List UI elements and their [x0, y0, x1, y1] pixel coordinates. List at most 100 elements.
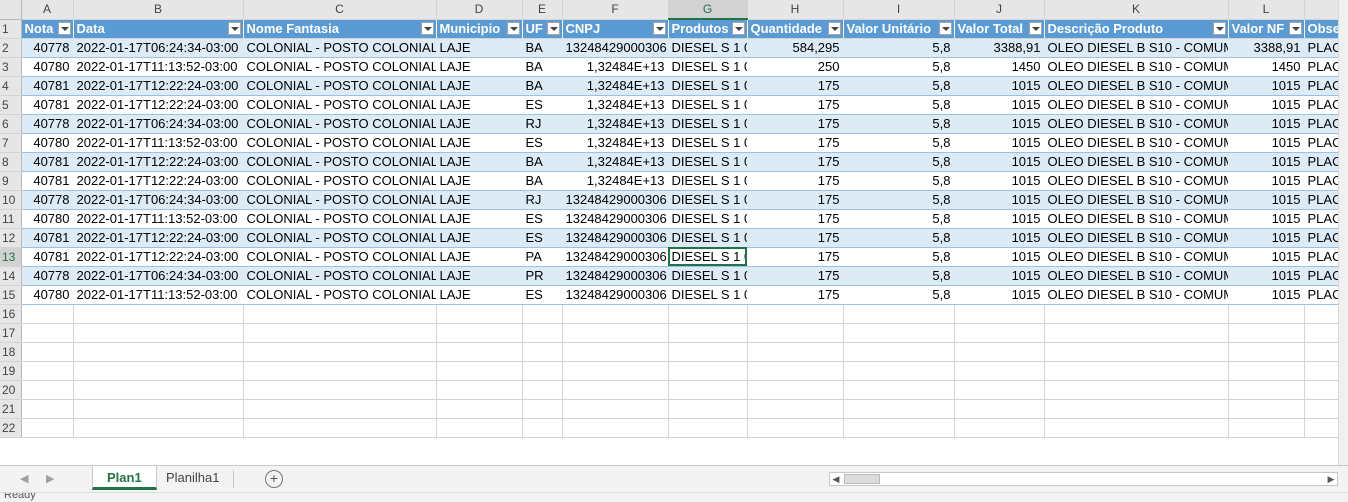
empty-cell[interactable]: [562, 361, 669, 381]
table-cell[interactable]: 2022-01-17T06:24:34-03:00: [73, 190, 244, 210]
empty-cell[interactable]: [668, 304, 748, 324]
table-cell[interactable]: PLAC: [1304, 114, 1338, 134]
table-cell[interactable]: COLONIAL - POSTO COLONIAL: [243, 228, 437, 248]
table-cell[interactable]: 40780: [21, 285, 74, 305]
empty-cell[interactable]: [1044, 380, 1229, 400]
empty-cell[interactable]: [1228, 342, 1305, 362]
table-cell[interactable]: PLAC: [1304, 190, 1338, 210]
table-cell[interactable]: 175: [747, 247, 844, 267]
table-cell[interactable]: 5,8: [843, 38, 955, 58]
empty-cell[interactable]: [668, 323, 748, 343]
table-cell[interactable]: LAJE: [436, 247, 523, 267]
empty-cell[interactable]: [1304, 399, 1338, 419]
empty-cell[interactable]: [562, 399, 669, 419]
empty-cell[interactable]: [747, 342, 844, 362]
table-cell[interactable]: 175: [747, 76, 844, 96]
select-all-corner[interactable]: [0, 0, 22, 20]
column-header[interactable]: L: [1228, 0, 1305, 20]
column-header[interactable]: [1304, 0, 1338, 20]
table-cell[interactable]: 175: [747, 171, 844, 191]
column-header[interactable]: F: [562, 0, 669, 20]
table-cell[interactable]: DIESEL S 1 0: [668, 133, 748, 153]
table-cell[interactable]: COLONIAL - POSTO COLONIAL: [243, 209, 437, 229]
table-cell[interactable]: 250: [747, 57, 844, 77]
horizontal-scrollbar[interactable]: ◀ ▶: [829, 472, 1338, 486]
empty-cell[interactable]: [73, 399, 244, 419]
empty-cell[interactable]: [243, 323, 437, 343]
table-cell[interactable]: 40780: [21, 133, 74, 153]
table-cell[interactable]: 1,32484E+13: [562, 95, 669, 115]
table-cell[interactable]: PLAC: [1304, 152, 1338, 172]
table-header-cell[interactable]: UF: [522, 19, 563, 39]
table-cell[interactable]: COLONIAL - POSTO COLONIAL: [243, 190, 437, 210]
table-cell[interactable]: OLEO DIESEL B S10 - COMUM: [1044, 266, 1229, 286]
table-cell[interactable]: 13248429000306: [562, 209, 669, 229]
empty-cell[interactable]: [747, 399, 844, 419]
table-cell[interactable]: PLAC: [1304, 57, 1338, 77]
table-cell[interactable]: 175: [747, 114, 844, 134]
empty-cell[interactable]: [1228, 418, 1305, 438]
column-header[interactable]: I: [843, 0, 955, 20]
row-header[interactable]: 21: [0, 399, 22, 419]
table-cell[interactable]: LAJE: [436, 76, 523, 96]
row-header[interactable]: 20: [0, 380, 22, 400]
table-cell[interactable]: 1015: [954, 133, 1045, 153]
empty-cell[interactable]: [562, 380, 669, 400]
table-cell[interactable]: PLAC: [1304, 209, 1338, 229]
table-cell[interactable]: DIESEL S 1 0: [668, 171, 748, 191]
row-header[interactable]: 9: [0, 171, 22, 191]
empty-cell[interactable]: [436, 342, 523, 362]
empty-cell[interactable]: [954, 323, 1045, 343]
filter-dropdown-icon[interactable]: [227, 21, 241, 35]
table-cell[interactable]: BA: [522, 76, 563, 96]
empty-cell[interactable]: [843, 380, 955, 400]
table-cell[interactable]: 13248429000306: [562, 190, 669, 210]
table-cell[interactable]: 3388,91: [954, 38, 1045, 58]
table-header-cell[interactable]: Data: [73, 19, 244, 39]
table-cell[interactable]: 5,8: [843, 228, 955, 248]
table-cell[interactable]: 40781: [21, 228, 74, 248]
empty-cell[interactable]: [562, 323, 669, 343]
empty-cell[interactable]: [73, 342, 244, 362]
table-cell[interactable]: 1015: [1228, 228, 1305, 248]
table-cell[interactable]: 1015: [954, 152, 1045, 172]
empty-cell[interactable]: [1304, 323, 1338, 343]
table-cell[interactable]: 13248429000306: [562, 247, 669, 267]
table-cell[interactable]: 175: [747, 152, 844, 172]
table-cell[interactable]: OLEO DIESEL B S10 - COMUM: [1044, 190, 1229, 210]
table-cell[interactable]: 1015: [1228, 76, 1305, 96]
empty-cell[interactable]: [747, 418, 844, 438]
table-cell[interactable]: 1015: [954, 190, 1045, 210]
table-cell[interactable]: 1015: [954, 285, 1045, 305]
table-header-cell[interactable]: Valor NF: [1228, 19, 1305, 39]
table-cell[interactable]: DIESEL S 1 0: [668, 114, 748, 134]
empty-cell[interactable]: [1304, 361, 1338, 381]
empty-cell[interactable]: [1044, 323, 1229, 343]
table-cell[interactable]: OLEO DIESEL B S10 - COMUM: [1044, 171, 1229, 191]
table-cell[interactable]: OLEO DIESEL B S10 - COMUM: [1044, 209, 1229, 229]
table-cell[interactable]: COLONIAL - POSTO COLONIAL: [243, 152, 437, 172]
table-cell[interactable]: 13248429000306: [562, 266, 669, 286]
table-cell[interactable]: OLEO DIESEL B S10 - COMUM: [1044, 247, 1229, 267]
empty-cell[interactable]: [73, 323, 244, 343]
table-cell[interactable]: 5,8: [843, 76, 955, 96]
empty-cell[interactable]: [1044, 342, 1229, 362]
table-cell[interactable]: 2022-01-17T06:24:34-03:00: [73, 266, 244, 286]
row-header[interactable]: 2: [0, 38, 22, 58]
filter-dropdown-icon[interactable]: [652, 21, 666, 35]
row-header[interactable]: 3: [0, 57, 22, 77]
table-cell[interactable]: OLEO DIESEL B S10 - COMUM: [1044, 114, 1229, 134]
empty-cell[interactable]: [1304, 418, 1338, 438]
table-cell[interactable]: LAJE: [436, 114, 523, 134]
column-header[interactable]: G: [668, 0, 748, 20]
empty-cell[interactable]: [843, 304, 955, 324]
table-cell[interactable]: 5,8: [843, 247, 955, 267]
empty-cell[interactable]: [21, 399, 74, 419]
table-cell[interactable]: 2022-01-17T12:22:24-03:00: [73, 247, 244, 267]
empty-cell[interactable]: [1228, 399, 1305, 419]
table-cell[interactable]: 1015: [1228, 285, 1305, 305]
table-cell[interactable]: 40781: [21, 95, 74, 115]
table-cell[interactable]: RJ: [522, 190, 563, 210]
filter-dropdown-icon[interactable]: [827, 21, 841, 35]
table-cell[interactable]: 1,32484E+13: [562, 114, 669, 134]
